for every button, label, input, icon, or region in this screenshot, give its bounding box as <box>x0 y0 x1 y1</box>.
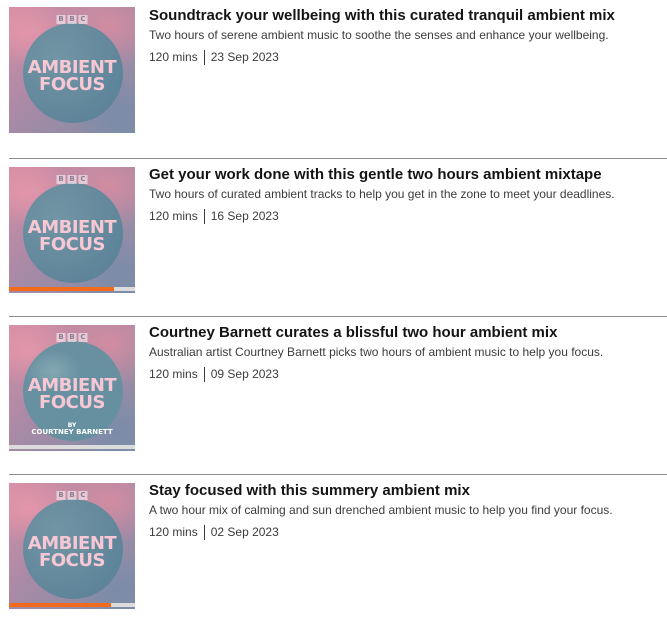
episode-description: A two hour mix of calming and sun drench… <box>149 503 613 517</box>
bbc-logo-letter: C <box>78 333 88 342</box>
episode-description: Australian artist Courtney Barnett picks… <box>149 345 604 359</box>
episode-duration: 120 mins <box>149 209 198 223</box>
bbc-logo-letter: B <box>56 333 66 342</box>
artwork-title: AMBIENT FOCUS <box>9 377 135 413</box>
artwork-title-line: FOCUS <box>39 392 105 413</box>
meta-separator <box>203 366 205 382</box>
meta-separator <box>203 524 205 540</box>
bbc-logo-letter: C <box>78 175 88 184</box>
artwork-title-line: FOCUS <box>39 234 105 255</box>
episode-date: 02 Sep 2023 <box>210 525 279 539</box>
episode-artwork[interactable]: B B C AMBIENT FOCUS BY COURTNEY BARNETT <box>9 325 135 451</box>
episode-artwork[interactable]: B B C AMBIENT FOCUS <box>9 167 135 293</box>
divider <box>9 316 667 317</box>
artwork-title-line: FOCUS <box>39 74 105 95</box>
listen-progress-bar <box>9 287 135 291</box>
episode-item[interactable]: B B C AMBIENT FOCUS Get your work done w… <box>0 158 667 316</box>
meta-separator <box>203 49 205 65</box>
bbc-logo-letter: B <box>56 491 66 500</box>
episode-item[interactable]: B B C AMBIENT FOCUS Stay focused with th… <box>0 474 667 632</box>
bbc-logo-letter: B <box>67 15 77 24</box>
episode-artwork[interactable]: B B C AMBIENT FOCUS <box>9 483 135 609</box>
episode-title[interactable]: Soundtrack your wellbeing with this cura… <box>149 6 615 26</box>
episode-date: 09 Sep 2023 <box>210 367 279 381</box>
bbc-logo-letter: B <box>67 491 77 500</box>
artwork-title-line: FOCUS <box>39 550 105 571</box>
episode-date: 16 Sep 2023 <box>210 209 279 223</box>
listen-progress-bar <box>9 445 135 449</box>
bbc-logo: B B C <box>56 15 88 24</box>
artwork-title: AMBIENT FOCUS <box>9 59 135 95</box>
bbc-logo-letter: B <box>67 333 77 342</box>
episode-title[interactable]: Courtney Barnett curates a blissful two … <box>149 323 557 343</box>
episode-duration: 120 mins <box>149 367 198 381</box>
episode-meta: 120 mins 16 Sep 2023 <box>149 207 279 225</box>
episode-duration: 120 mins <box>149 525 198 539</box>
bbc-logo: B B C <box>56 175 88 184</box>
divider <box>9 474 667 475</box>
bbc-logo-letter: C <box>78 491 88 500</box>
bbc-logo-letter: B <box>56 175 66 184</box>
bbc-logo-letter: B <box>56 15 66 24</box>
meta-separator <box>203 208 205 224</box>
episode-date: 23 Sep 2023 <box>210 50 279 64</box>
listen-progress-bar <box>9 603 135 607</box>
bbc-logo: B B C <box>56 333 88 342</box>
episode-meta: 120 mins 02 Sep 2023 <box>149 523 279 541</box>
episode-description: Two hours of serene ambient music to soo… <box>149 28 609 42</box>
bbc-logo-letter: C <box>78 15 88 24</box>
episode-item[interactable]: B B C AMBIENT FOCUS BY COURTNEY BARNETT … <box>0 316 667 474</box>
bbc-logo: B B C <box>56 491 88 500</box>
episode-meta: 120 mins 23 Sep 2023 <box>149 48 279 66</box>
artwork-title: AMBIENT FOCUS <box>9 219 135 255</box>
episode-title[interactable]: Stay focused with this summery ambient m… <box>149 481 470 501</box>
episode-duration: 120 mins <box>149 50 198 64</box>
episode-meta: 120 mins 09 Sep 2023 <box>149 365 279 383</box>
artwork-artist-name: COURTNEY BARNETT <box>31 428 113 436</box>
episode-artwork[interactable]: B B C AMBIENT FOCUS <box>9 7 135 133</box>
bbc-logo-letter: B <box>67 175 77 184</box>
episode-description: Two hours of curated ambient tracks to h… <box>149 187 615 201</box>
episode-title[interactable]: Get your work done with this gentle two … <box>149 165 602 185</box>
listen-progress-fill <box>9 603 112 607</box>
artwork-title: AMBIENT FOCUS <box>9 535 135 571</box>
episode-item[interactable]: B B C AMBIENT FOCUS Soundtrack your well… <box>0 0 667 158</box>
listen-progress-fill <box>9 287 114 291</box>
divider <box>9 158 667 159</box>
